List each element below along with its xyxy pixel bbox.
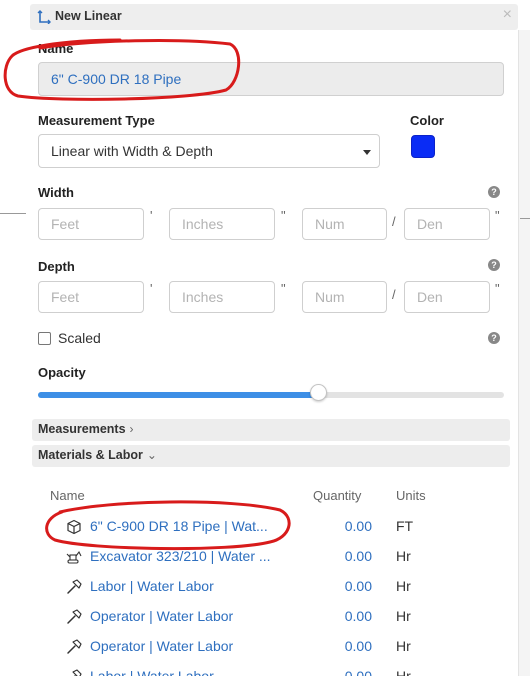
cube-icon <box>66 519 82 535</box>
excavator-icon <box>66 549 82 565</box>
item-quantity[interactable]: 0.00 <box>320 608 372 624</box>
chevron-down-icon: ⌄ <box>146 448 157 462</box>
depth-inches-input[interactable]: Inches <box>169 281 275 313</box>
hammer-icon <box>66 609 82 625</box>
opacity-slider-fill <box>38 392 318 398</box>
help-icon[interactable]: ? <box>488 186 500 198</box>
item-unit: Hr <box>396 608 411 624</box>
fraction-slash: / <box>392 214 396 229</box>
item-quantity[interactable]: 0.00 <box>320 518 372 534</box>
width-den-input[interactable]: Den <box>404 208 490 240</box>
item-name-link[interactable]: Operator | Water Labor <box>90 638 270 654</box>
name-label: Name <box>38 41 74 56</box>
item-unit: Hr <box>396 548 411 564</box>
inch-mark: " <box>495 281 500 296</box>
hammer-icon <box>66 639 82 655</box>
linear-icon <box>37 10 51 24</box>
depth-num-input[interactable]: Num <box>302 281 387 313</box>
width-num-input[interactable]: Num <box>302 208 387 240</box>
width-feet-input[interactable]: Feet <box>38 208 144 240</box>
table-row[interactable]: 6" C-900 DR 18 Pipe | Wat... 0.00 FT <box>30 512 518 542</box>
column-header-quantity[interactable]: Quantity <box>313 488 361 503</box>
feet-mark: ' <box>150 281 153 296</box>
measurement-type-value: Linear with Width & Depth <box>51 143 213 159</box>
color-swatch[interactable] <box>411 135 435 158</box>
background-window-edge <box>518 30 530 676</box>
item-unit: FT <box>396 518 414 534</box>
item-quantity[interactable]: 0.00 <box>320 638 372 654</box>
width-label: Width <box>38 185 74 200</box>
materials-section-header[interactable]: Materials & Labor ⌄ <box>32 445 510 467</box>
opacity-slider-thumb[interactable] <box>310 384 327 401</box>
scaled-checkbox[interactable] <box>38 332 51 345</box>
table-row[interactable]: Operator | Water Labor 0.00 Hr <box>30 632 518 662</box>
item-quantity[interactable]: 0.00 <box>320 548 372 564</box>
help-icon[interactable]: ? <box>488 332 500 344</box>
item-name-link[interactable]: Operator | Water Labor <box>90 608 270 624</box>
scaled-label: Scaled <box>58 330 101 346</box>
background-divider <box>520 218 530 219</box>
measurements-section-label: Measurements <box>38 422 126 436</box>
opacity-slider-track[interactable] <box>38 392 504 398</box>
item-unit: Hr <box>396 668 411 676</box>
color-label: Color <box>410 113 444 128</box>
item-quantity[interactable]: 0.00 <box>320 578 372 594</box>
caret-down-icon <box>363 150 371 155</box>
feet-mark: ' <box>150 208 153 223</box>
help-icon[interactable]: ? <box>488 259 500 271</box>
column-header-name[interactable]: Name <box>50 488 85 503</box>
item-name-link[interactable]: Labor | Water Labor <box>90 578 270 594</box>
table-row[interactable]: Labor | Water Labor 0.00 Hr <box>30 662 518 676</box>
measurement-type-select[interactable]: Linear with Width & Depth <box>38 134 380 168</box>
background-divider <box>0 213 26 214</box>
opacity-label: Opacity <box>38 365 86 380</box>
depth-feet-input[interactable]: Feet <box>38 281 144 313</box>
fraction-slash: / <box>392 287 396 302</box>
item-name-link[interactable]: Labor | Water Labor <box>90 668 270 676</box>
materials-section-label: Materials & Labor <box>38 448 143 462</box>
item-unit: Hr <box>396 578 411 594</box>
depth-label: Depth <box>38 259 75 274</box>
chevron-right-icon: › <box>129 422 134 436</box>
dialog-titlebar: New Linear × <box>30 4 518 30</box>
inch-mark: " <box>281 208 286 223</box>
table-row[interactable]: Excavator 323/210 | Water ... 0.00 Hr <box>30 542 518 572</box>
name-input[interactable]: 6" C-900 DR 18 Pipe <box>38 62 504 96</box>
depth-den-input[interactable]: Den <box>404 281 490 313</box>
new-linear-panel: New Linear × Name 6" C-900 DR 18 Pipe Me… <box>30 0 518 676</box>
hammer-icon <box>66 579 82 595</box>
measurements-section-header[interactable]: Measurements › <box>32 419 510 441</box>
table-row[interactable]: Labor | Water Labor 0.00 Hr <box>30 572 518 602</box>
inch-mark: " <box>281 281 286 296</box>
inch-mark: " <box>495 208 500 223</box>
item-unit: Hr <box>396 638 411 654</box>
width-inches-input[interactable]: Inches <box>169 208 275 240</box>
close-icon[interactable]: × <box>503 6 512 24</box>
table-row[interactable]: Operator | Water Labor 0.00 Hr <box>30 602 518 632</box>
item-quantity[interactable]: 0.00 <box>320 668 372 676</box>
item-name-link[interactable]: 6" C-900 DR 18 Pipe | Wat... <box>90 518 270 534</box>
dialog-title: New Linear <box>55 9 122 23</box>
measurement-type-label: Measurement Type <box>38 113 155 128</box>
hammer-icon <box>66 669 82 676</box>
column-header-units[interactable]: Units <box>396 488 426 503</box>
item-name-link[interactable]: Excavator 323/210 | Water ... <box>90 548 270 564</box>
